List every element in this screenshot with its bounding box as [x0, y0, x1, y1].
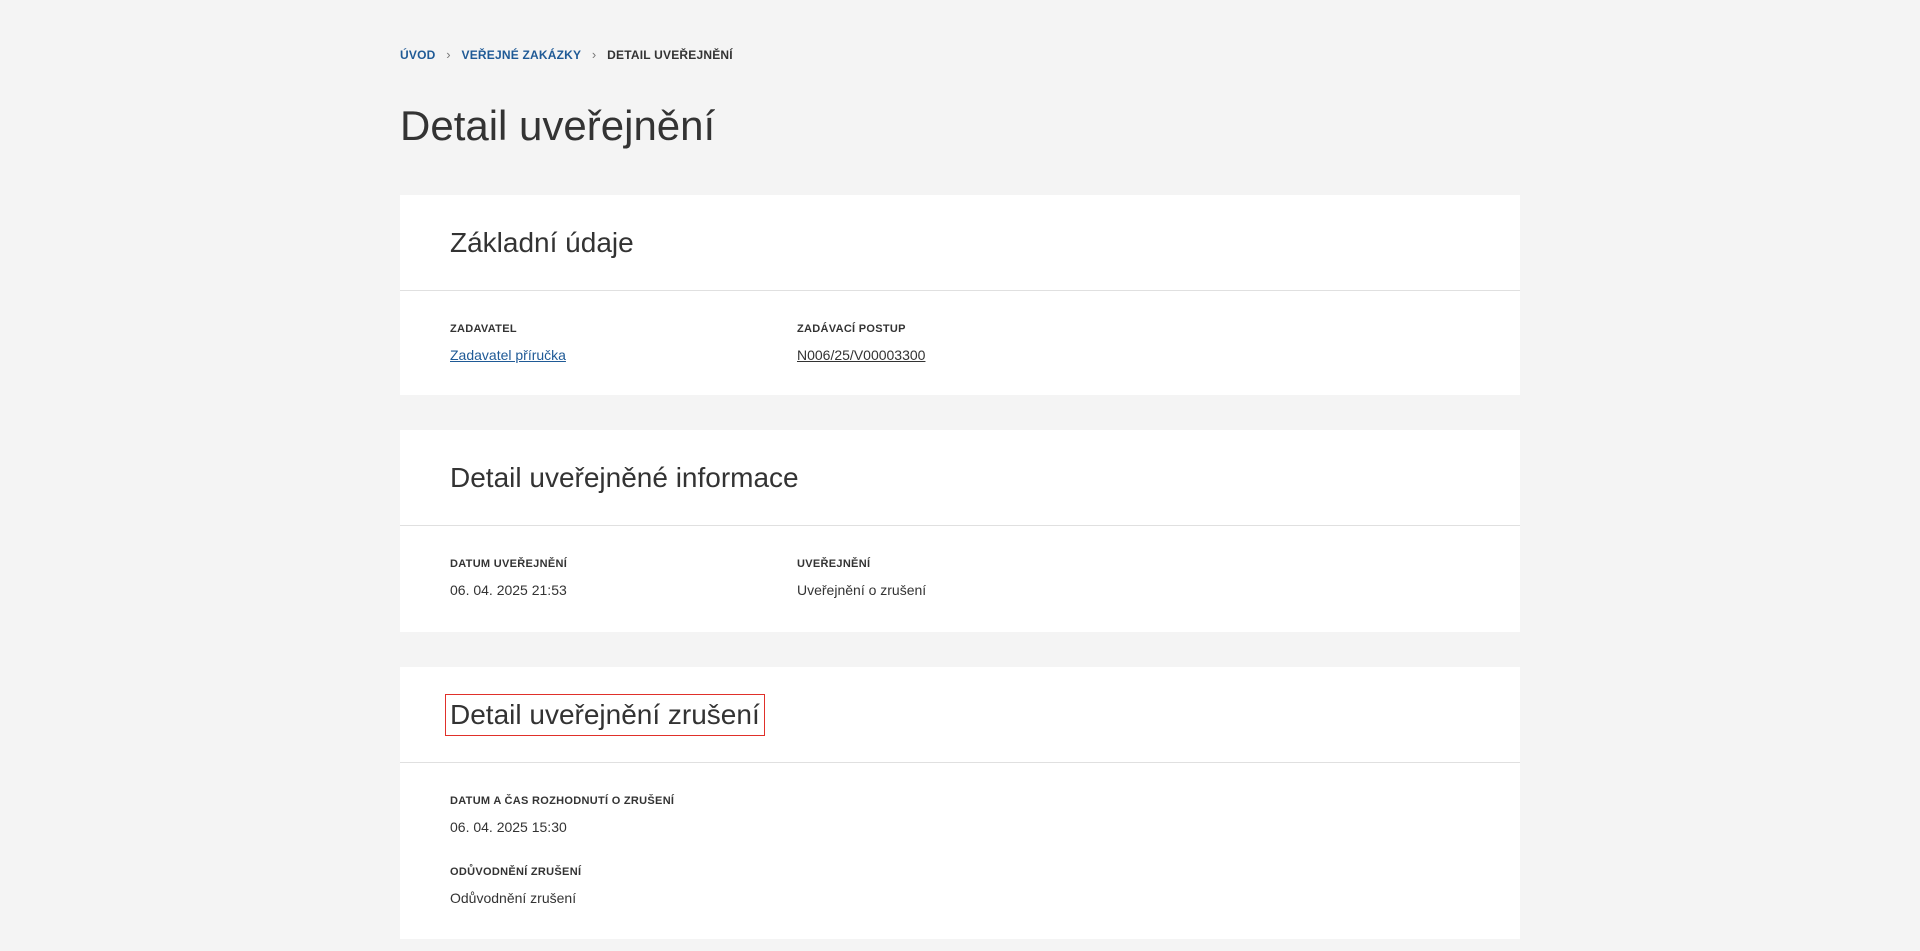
cancellation-decision-label: DATUM A ČAS ROZHODNUTÍ O ZRUŠENÍ: [450, 795, 675, 807]
cancellation-reason-label: ODŮVODNĚNÍ ZRUŠENÍ: [450, 866, 582, 878]
procedure-label: ZADÁVACÍ POSTUP: [797, 323, 906, 335]
publication-type-field: UVEŘEJNĚNÍ Uveřejnění o zrušení: [797, 558, 926, 598]
published-info-card: Detail uveřejněné informace DATUM UVEŘEJ…: [400, 430, 1520, 632]
cancellation-reason-value: Odůvodnění zrušení: [450, 890, 577, 906]
publication-date-label: DATUM UVEŘEJNĚNÍ: [450, 558, 568, 570]
cancellation-card: Detail uveřejnění zrušení DATUM A ČAS RO…: [400, 667, 1520, 939]
contracting-authority-value-wrap: Zadavatel příručka: [450, 347, 566, 363]
breadcrumb-current: DETAIL UVEŘEJNĚNÍ: [607, 47, 733, 62]
cancellation-reason-field: ODŮVODNĚNÍ ZRUŠENÍ Odůvodnění zrušení: [450, 866, 581, 906]
basic-info-card-header: Základní údaje: [400, 195, 1520, 291]
cancellation-decision-value: 06. 04. 2025 15:30: [450, 819, 567, 835]
publication-date-field: DATUM UVEŘEJNĚNÍ 06. 04. 2025 21:53: [450, 558, 567, 598]
publication-type-label: UVEŘEJNĚNÍ: [797, 558, 871, 570]
procedure-field: ZADÁVACÍ POSTUP N006/25/V00003300: [797, 323, 925, 363]
chevron-right-icon: ›: [591, 47, 597, 62]
page-title: Detail uveřejnění: [400, 102, 716, 149]
published-info-card-header: Detail uveřejněné informace: [400, 430, 1520, 526]
breadcrumb-item-home[interactable]: ÚVOD: [400, 48, 435, 62]
cancellation-title: Detail uveřejnění zrušení: [445, 694, 765, 736]
contracting-authority-label: ZADAVATEL: [450, 323, 517, 335]
basic-info-title: Základní údaje: [450, 227, 634, 258]
contracting-authority-field: ZADAVATEL Zadavatel příručka: [450, 323, 566, 363]
publication-type-value: Uveřejnění o zrušení: [797, 582, 927, 598]
breadcrumb: ÚVOD › VEŘEJNÉ ZAKÁZKY › DETAIL UVEŘEJNĚ…: [400, 47, 733, 62]
cancellation-decision-field: DATUM A ČAS ROZHODNUTÍ O ZRUŠENÍ 06. 04.…: [450, 795, 674, 835]
procedure-link[interactable]: N006/25/V00003300: [797, 347, 925, 363]
basic-info-card: Základní údaje ZADAVATEL Zadavatel příru…: [400, 195, 1520, 395]
contracting-authority-link[interactable]: Zadavatel příručka: [450, 347, 566, 363]
breadcrumb-item-public-contracts[interactable]: VEŘEJNÉ ZAKÁZKY: [461, 48, 581, 62]
procedure-value-wrap: N006/25/V00003300: [797, 347, 925, 363]
publication-date-value: 06. 04. 2025 21:53: [450, 582, 567, 598]
published-info-title: Detail uveřejněné informace: [450, 462, 799, 493]
chevron-right-icon: ›: [446, 47, 451, 62]
cancellation-card-header: Detail uveřejnění zrušení: [400, 667, 1520, 763]
